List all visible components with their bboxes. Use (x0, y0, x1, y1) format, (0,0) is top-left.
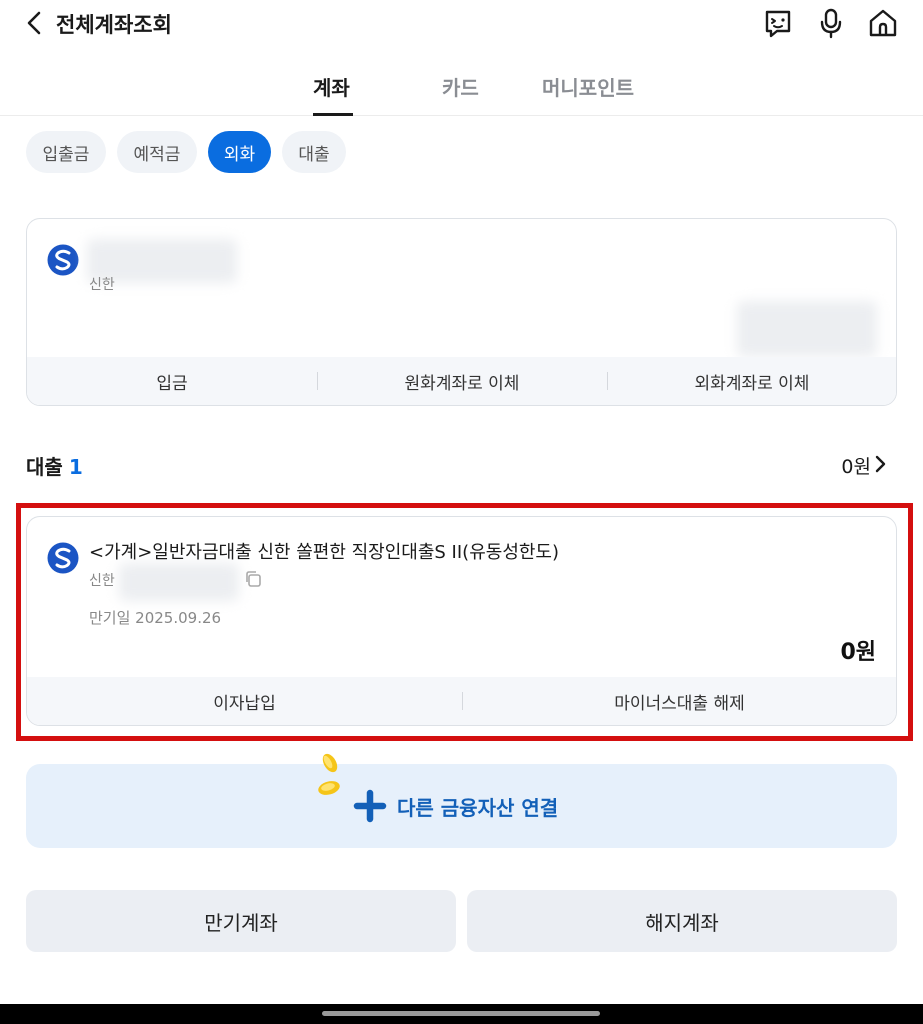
loan-total[interactable]: 0원 (841, 452, 871, 479)
coin-icon (318, 781, 340, 795)
home-gesture-handle[interactable] (322, 1011, 600, 1016)
filter-chip-deposit-withdrawal[interactable]: 입출금 (26, 131, 106, 173)
plus-icon (353, 789, 387, 823)
fx-account-card[interactable]: 신한 입금 원화계좌로 이체 외화계좌로 이체 (26, 218, 897, 406)
deposit-button[interactable]: 입금 (27, 369, 317, 394)
loan-section-title: 대출 1 (26, 451, 83, 480)
header: 전체계좌조회 (0, 0, 923, 46)
filter-chip-loan[interactable]: 대출 (282, 131, 346, 173)
transfer-to-krw-account-button[interactable]: 원화계좌로 이체 (317, 369, 607, 394)
masked-balance (737, 301, 877, 357)
closed-accounts-button[interactable]: 해지계좌 (467, 890, 897, 952)
transfer-to-fx-account-button[interactable]: 외화계좌로 이체 (607, 369, 896, 394)
active-tab-indicator (313, 113, 353, 116)
fx-action-bar: 입금 원화계좌로 이체 외화계좌로 이체 (27, 357, 896, 405)
coin-icon (322, 753, 338, 773)
matured-accounts-button[interactable]: 만기계좌 (26, 890, 456, 952)
chevron-right-icon[interactable] (869, 452, 891, 476)
chatbot-icon[interactable] (761, 6, 795, 40)
tab-cards[interactable]: 카드 (442, 72, 479, 101)
filter-chip-savings[interactable]: 예적금 (117, 131, 197, 173)
highlight-box (16, 503, 913, 741)
filter-chip-foreign-currency[interactable]: 외화 (208, 131, 271, 173)
tab-accounts[interactable]: 계좌 (313, 72, 350, 101)
mic-icon[interactable] (814, 6, 848, 40)
shinhan-logo-icon (47, 244, 79, 276)
home-icon[interactable] (866, 6, 900, 40)
loan-count: 1 (68, 455, 83, 479)
page-title: 전체계좌조회 (56, 13, 172, 37)
back-icon[interactable] (18, 6, 52, 40)
tab-money-points[interactable]: 머니포인트 (542, 72, 634, 101)
fx-bank-prefix: 신한 (89, 277, 115, 293)
loan-section-label: 대출 (26, 455, 63, 479)
account-tabs: 계좌 카드 머니포인트 (0, 60, 923, 116)
connect-other-assets-label: 다른 금융자산 연결 (397, 796, 559, 820)
